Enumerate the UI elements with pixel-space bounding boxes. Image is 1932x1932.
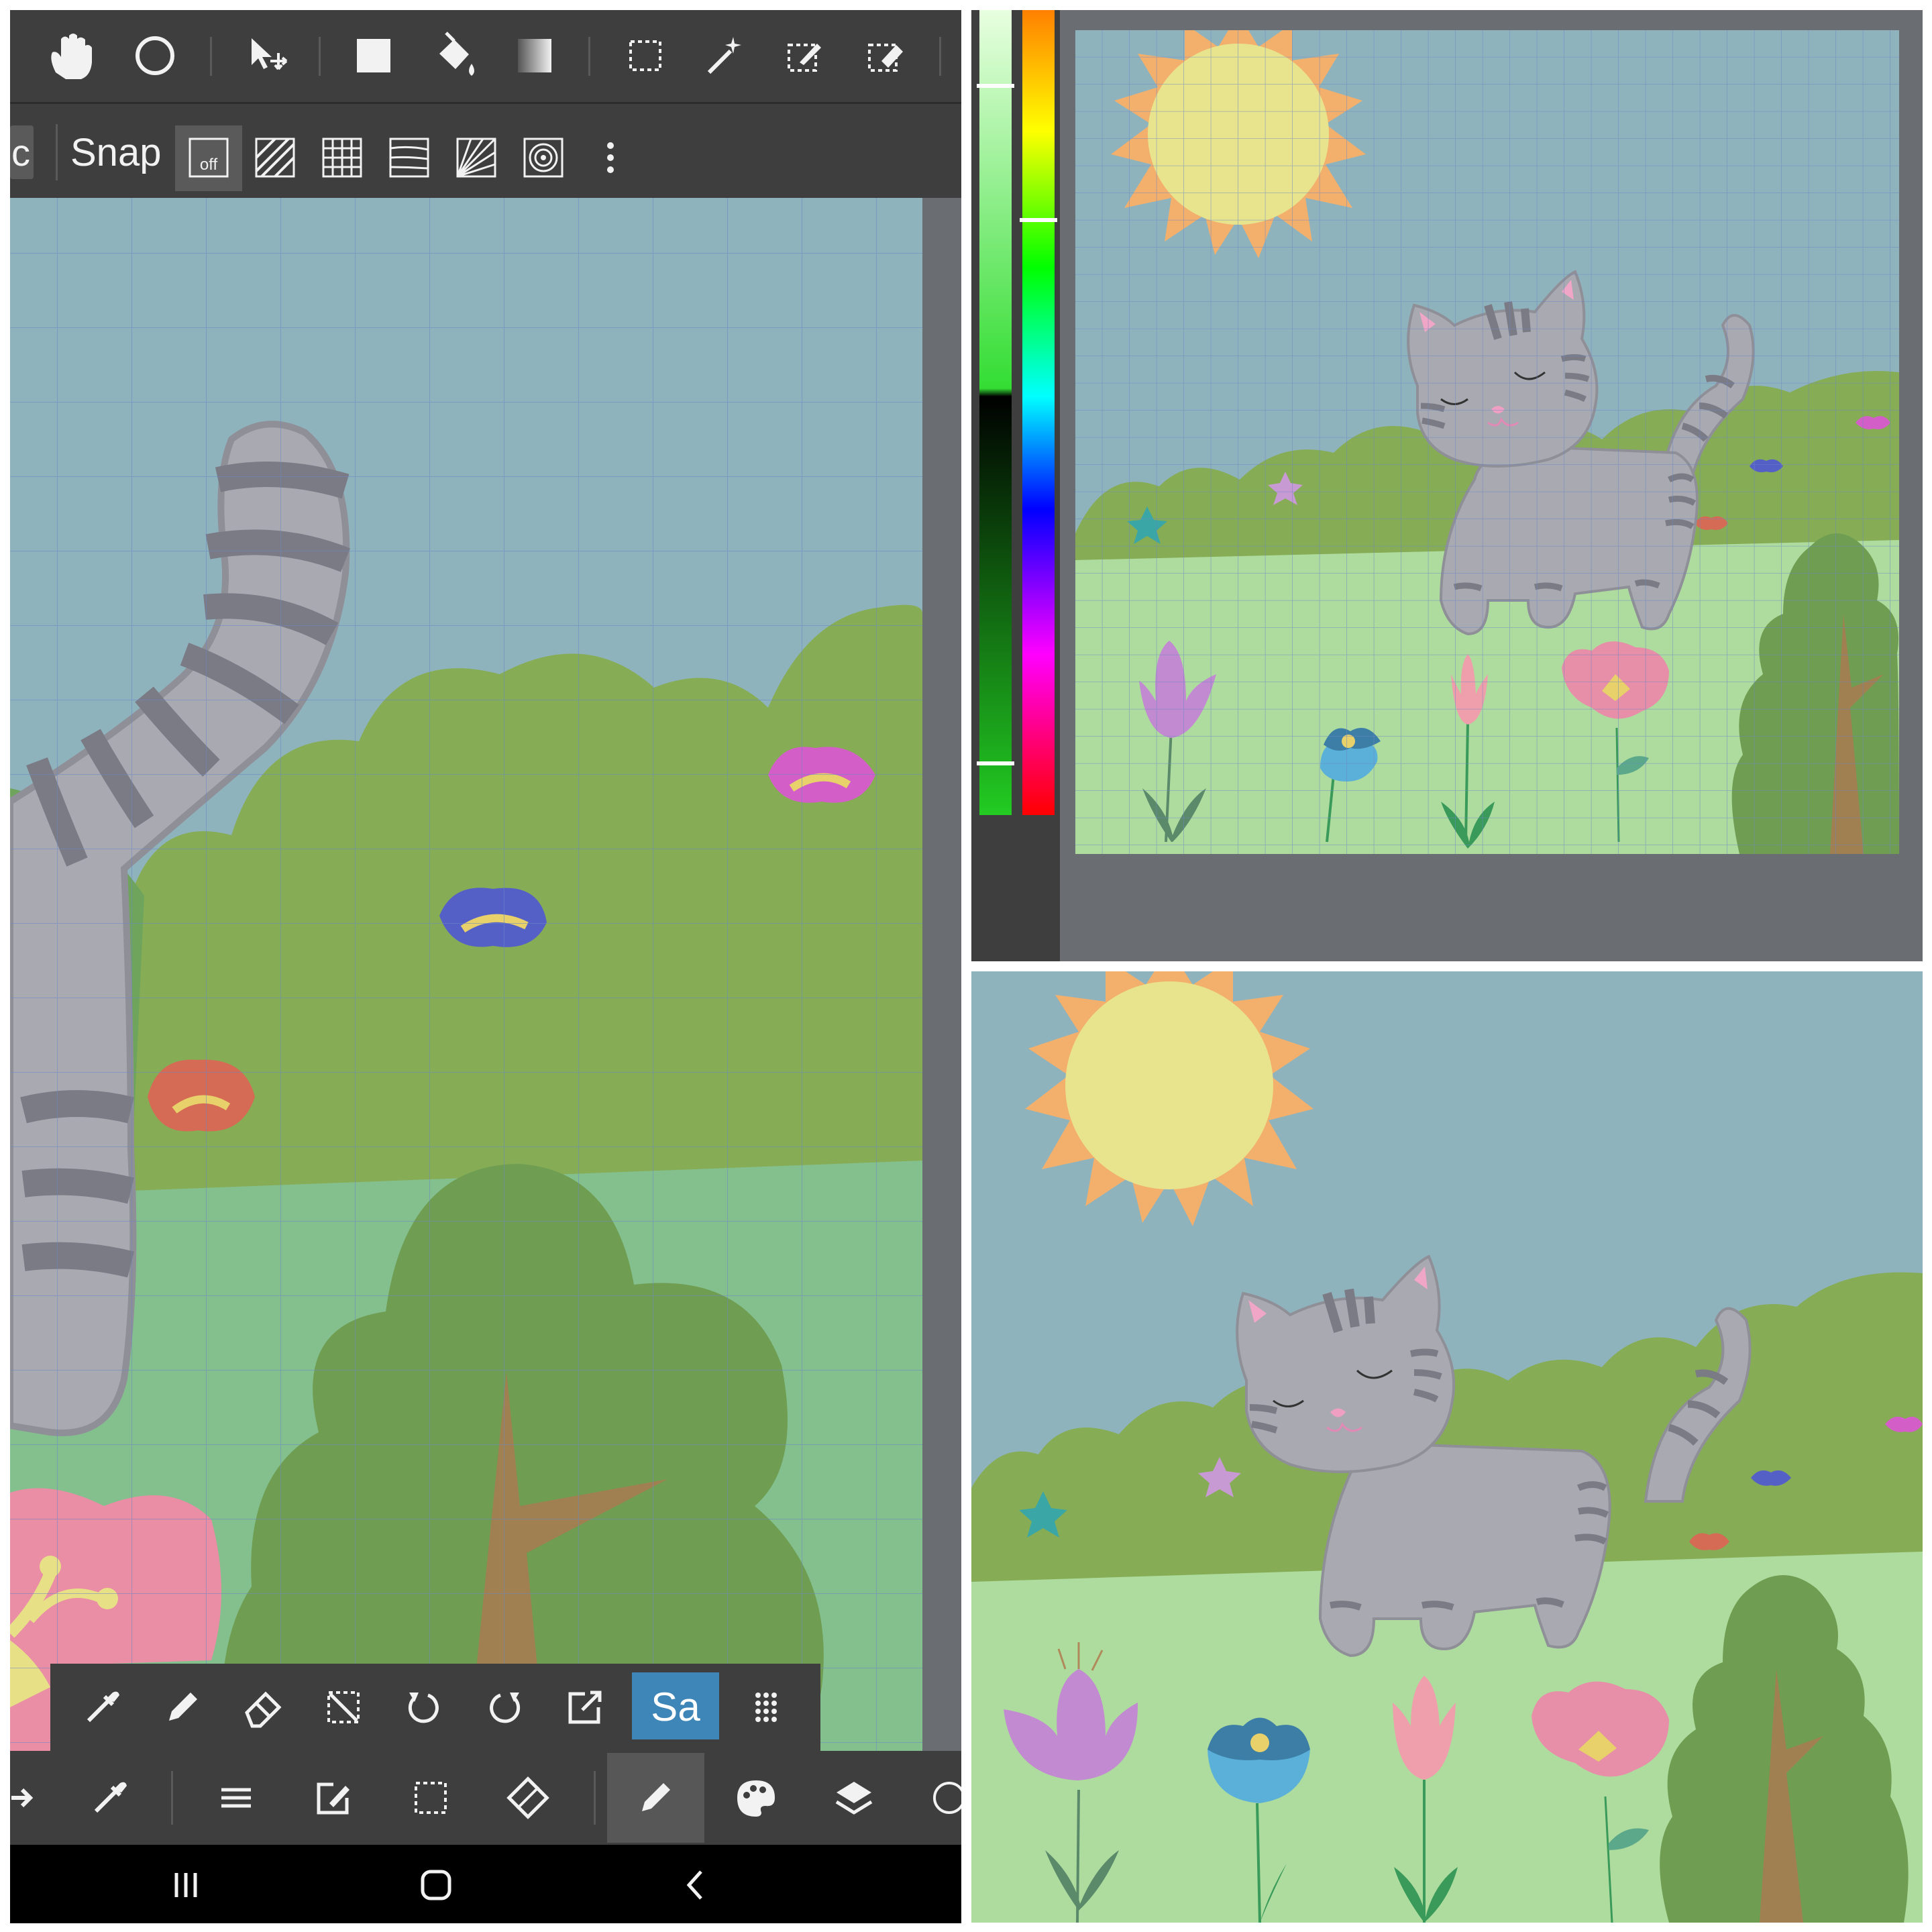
value-slider[interactable]	[979, 10, 1012, 815]
zoomed-app-screenshot: c Snap off Sa	[10, 10, 961, 1923]
tool-bar	[10, 10, 961, 102]
android-nav-bar	[10, 1845, 961, 1923]
canvas-gutter	[922, 198, 961, 1768]
sa-label: Sa	[651, 1684, 700, 1729]
svg-text:c: c	[11, 131, 30, 174]
more-vertical-icon[interactable]	[607, 142, 614, 173]
main-toolbar	[10, 1751, 961, 1845]
hue-slider[interactable]	[1022, 10, 1055, 815]
drawing-canvas[interactable]	[10, 198, 922, 1768]
artwork-canvas[interactable]	[1075, 13, 1899, 854]
snap-label: Snap	[70, 131, 161, 174]
final-artwork	[971, 971, 1923, 1923]
full-canvas-screenshot	[971, 10, 1923, 961]
snap-off-label: off	[200, 156, 218, 174]
fill-rect-tool-icon[interactable]	[357, 39, 390, 72]
gradient-tool-icon[interactable]	[518, 39, 551, 72]
